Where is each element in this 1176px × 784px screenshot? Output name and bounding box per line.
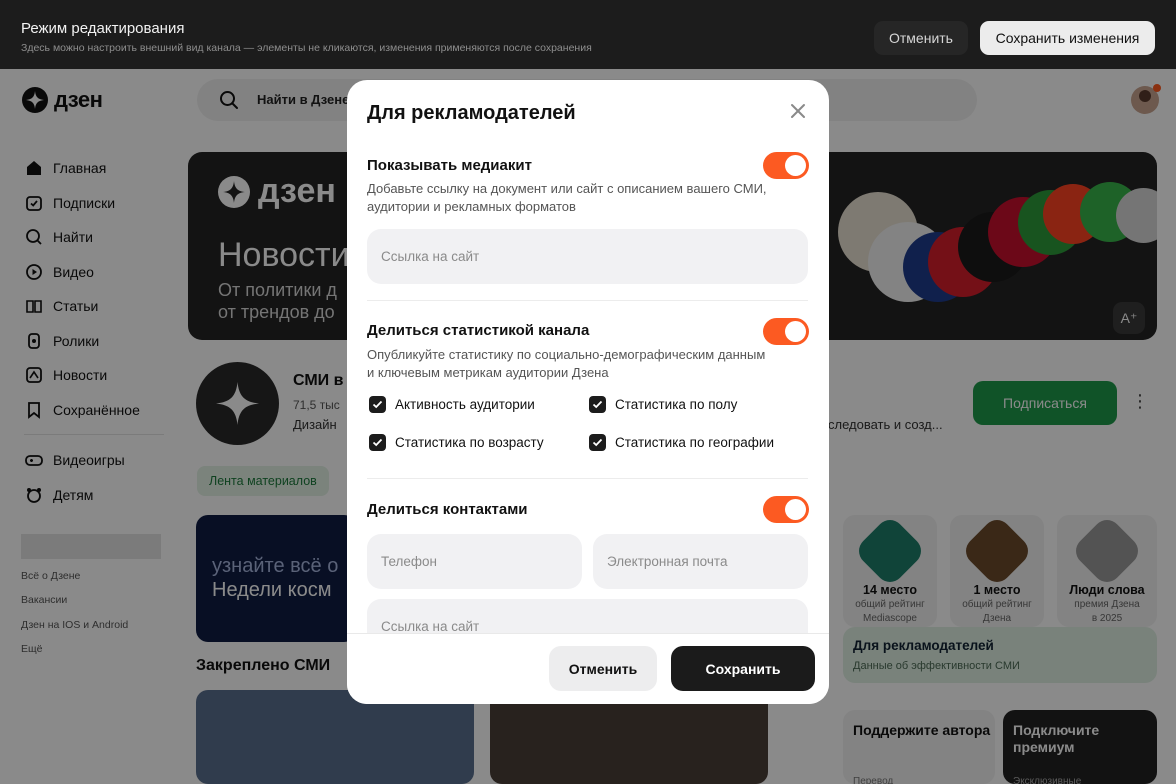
modal-save-button[interactable]: Сохранить (671, 646, 815, 691)
checkbox-checked-icon (589, 434, 606, 451)
toggle-knob (785, 155, 806, 176)
checkbox-label: Статистика по возрасту (395, 435, 544, 450)
close-icon[interactable] (787, 100, 809, 122)
edit-mode-title: Режим редактирования (21, 20, 185, 37)
stats-title: Делиться статистикой канала (367, 322, 590, 339)
edit-save-button[interactable]: Сохранить изменения (980, 21, 1155, 55)
modal-body[interactable]: Показывать медиакит Добавьте ссылку на д… (347, 150, 829, 633)
modal-footer: Отменить Сохранить (347, 633, 829, 704)
checkbox-checked-icon (369, 396, 386, 413)
mediakit-toggle[interactable] (763, 152, 809, 179)
edit-mode-bar: Режим редактирования Здесь можно настрои… (0, 0, 1176, 69)
checkbox-checked-icon (369, 434, 386, 451)
checkbox-label: Активность аудитории (395, 397, 535, 412)
checkbox-label: Статистика по полу (615, 397, 738, 412)
edit-mode-subtitle: Здесь можно настроить внешний вид канала… (21, 42, 592, 54)
contacts-toggle[interactable] (763, 496, 809, 523)
checkbox-gender-stats[interactable]: Статистика по полу (589, 396, 737, 413)
checkbox-label: Статистика по географии (615, 435, 774, 450)
checkbox-geo-stats[interactable]: Статистика по географии (589, 434, 774, 451)
checkbox-checked-icon (589, 396, 606, 413)
mediakit-description: Добавьте ссылку на документ или сайт с о… (367, 181, 767, 214)
checkbox-audience-activity[interactable]: Активность аудитории (369, 396, 535, 413)
contacts-url-input[interactable]: Ссылка на сайт (367, 599, 808, 633)
checkbox-age-stats[interactable]: Статистика по возрасту (369, 434, 544, 451)
toggle-knob (785, 321, 806, 342)
toggle-knob (785, 499, 806, 520)
stats-toggle[interactable] (763, 318, 809, 345)
section-divider (367, 300, 808, 301)
section-divider (367, 478, 808, 479)
advertisers-modal: Для рекламодателей Показывать медиакит Д… (347, 80, 829, 704)
mediakit-title: Показывать медиакит (367, 157, 532, 174)
email-input[interactable]: Электронная почта (593, 534, 808, 589)
stats-description: Опубликуйте статистику по социально-демо… (367, 347, 766, 380)
phone-input[interactable]: Телефон (367, 534, 582, 589)
modal-title: Для рекламодателей (367, 102, 576, 124)
edit-cancel-button[interactable]: Отменить (874, 21, 968, 55)
modal-cancel-button[interactable]: Отменить (549, 646, 657, 691)
contacts-title: Делиться контактами (367, 501, 528, 518)
mediakit-url-input[interactable]: Ссылка на сайт (367, 229, 808, 284)
